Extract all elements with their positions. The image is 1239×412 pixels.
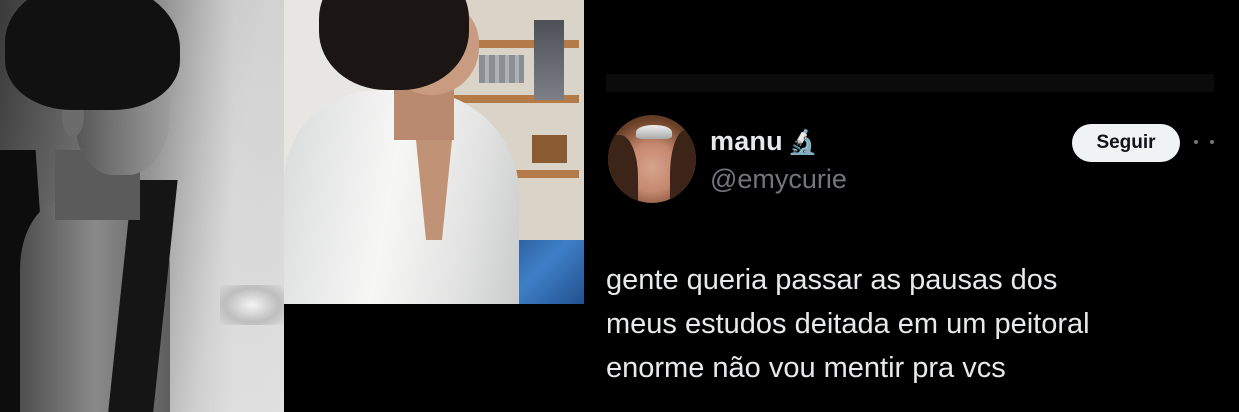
avatar[interactable] — [608, 115, 696, 203]
avatar-hair — [670, 130, 696, 203]
parts-bin — [479, 55, 524, 83]
tweet-text: gente queria passar as pausas dos meus e… — [606, 264, 1090, 384]
tiara-icon — [636, 125, 672, 139]
blue-mat — [509, 240, 584, 304]
avatar-hair — [608, 135, 638, 203]
follow-button[interactable]: Seguir — [1072, 124, 1180, 162]
more-options-icon[interactable] — [1194, 134, 1214, 150]
dot — [1210, 140, 1214, 144]
tweet-card: manu 🔬 @emycurie Seguir gente queria pas… — [584, 0, 1239, 412]
background-light — [220, 285, 284, 325]
dot — [1194, 140, 1198, 144]
microscope-icon: 🔬 — [787, 127, 818, 156]
name-row[interactable]: manu 🔬 — [710, 126, 818, 157]
hanging-tools — [534, 20, 564, 100]
photo-portrait-bw — [0, 0, 284, 412]
screenshot-canvas: manu 🔬 @emycurie Seguir gente queria pas… — [0, 0, 1239, 412]
wooden-box — [532, 135, 567, 163]
hair — [5, 0, 180, 110]
user-handle[interactable]: @emycurie — [710, 164, 847, 195]
display-name[interactable]: manu — [710, 126, 783, 157]
top-divider-bar — [606, 74, 1214, 92]
photo-white-shirt — [284, 0, 584, 304]
